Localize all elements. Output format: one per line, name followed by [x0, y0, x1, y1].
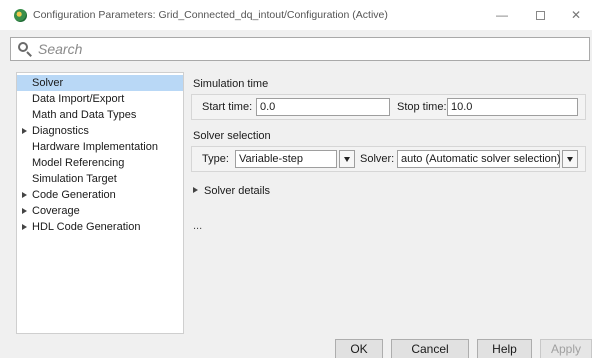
- tree-item-label: Hardware Implementation: [32, 141, 158, 153]
- search-icon: [17, 41, 33, 57]
- tree-item-label: Simulation Target: [32, 173, 117, 185]
- type-dropdown[interactable]: Variable-step: [235, 150, 337, 168]
- tree-item-code-generation[interactable]: Code Generation: [17, 187, 183, 203]
- apply-button[interactable]: Apply: [540, 339, 592, 358]
- tree-item-label: Model Referencing: [32, 157, 125, 169]
- tree-item-coverage[interactable]: Coverage: [17, 203, 183, 219]
- simulink-app-icon: [14, 8, 27, 22]
- expand-arrow-icon[interactable]: [22, 224, 27, 230]
- tree-item-label: HDL Code Generation: [32, 221, 141, 233]
- window-title: Configuration Parameters: Grid_Connected…: [33, 9, 388, 21]
- dialog-footer: OK Cancel Help Apply: [0, 336, 592, 358]
- solver-panel: Simulation time Start time: Stop time: S…: [185, 72, 590, 334]
- minimize-icon: —: [496, 8, 508, 22]
- expand-arrow-icon: [193, 187, 198, 193]
- tree-item-label: Coverage: [32, 205, 80, 217]
- ok-button[interactable]: OK: [335, 339, 383, 358]
- tree-item-data-import-export[interactable]: Data Import/Export: [17, 91, 183, 107]
- solver-label: Solver:: [360, 153, 395, 165]
- search-bar: [10, 37, 590, 61]
- stop-time-field[interactable]: [447, 98, 578, 116]
- start-time-field[interactable]: [256, 98, 390, 116]
- tree-item-diagnostics[interactable]: Diagnostics: [17, 123, 183, 139]
- tree-item-label: Solver: [32, 77, 64, 89]
- solver-details-label: Solver details: [204, 185, 271, 197]
- chevron-down-icon: [567, 157, 573, 162]
- maximize-button[interactable]: [522, 0, 558, 30]
- tree-item-label: Diagnostics: [32, 125, 89, 137]
- close-button[interactable]: ✕: [558, 0, 592, 30]
- search-input[interactable]: [38, 41, 578, 57]
- cancel-button[interactable]: Cancel: [391, 339, 469, 358]
- tree-item-math-and-data-types[interactable]: Math and Data Types: [17, 107, 183, 123]
- tree-item-label: Math and Data Types: [32, 109, 137, 121]
- type-label: Type:: [202, 153, 229, 165]
- category-tree: Solver Data Import/Export Math and Data …: [16, 72, 184, 334]
- title-bar: Configuration Parameters: Grid_Connected…: [0, 0, 592, 30]
- type-dropdown-button[interactable]: [339, 150, 355, 168]
- more-ellipsis: ...: [193, 220, 203, 232]
- chevron-down-icon: [344, 157, 350, 162]
- tree-item-solver[interactable]: Solver: [17, 75, 183, 91]
- tree-item-model-referencing[interactable]: Model Referencing: [17, 155, 183, 171]
- simulation-time-heading: Simulation time: [193, 78, 269, 90]
- simulation-time-group: Start time: Stop time:: [191, 94, 586, 120]
- tree-item-label: Code Generation: [32, 189, 116, 201]
- solver-dropdown[interactable]: auto (Automatic solver selection): [397, 150, 561, 168]
- help-button[interactable]: Help: [477, 339, 532, 358]
- tree-item-hdl-code-generation[interactable]: HDL Code Generation: [17, 219, 183, 235]
- tree-item-hardware-implementation[interactable]: Hardware Implementation: [17, 139, 183, 155]
- expand-arrow-icon[interactable]: [22, 192, 27, 198]
- stop-time-label: Stop time:: [397, 101, 447, 113]
- solver-dropdown-button[interactable]: [562, 150, 578, 168]
- tree-item-simulation-target[interactable]: Simulation Target: [17, 171, 183, 187]
- expand-arrow-icon[interactable]: [22, 128, 27, 134]
- maximize-icon: [535, 10, 545, 20]
- solver-details-toggle[interactable]: Solver details: [193, 185, 270, 197]
- solver-selection-group: Type: Variable-step Solver: auto (Automa…: [191, 146, 586, 172]
- close-icon: ✕: [570, 8, 582, 22]
- solver-selection-heading: Solver selection: [193, 130, 271, 142]
- tree-item-label: Data Import/Export: [32, 93, 125, 105]
- minimize-button[interactable]: —: [484, 0, 520, 30]
- start-time-label: Start time:: [202, 101, 253, 113]
- expand-arrow-icon[interactable]: [22, 208, 27, 214]
